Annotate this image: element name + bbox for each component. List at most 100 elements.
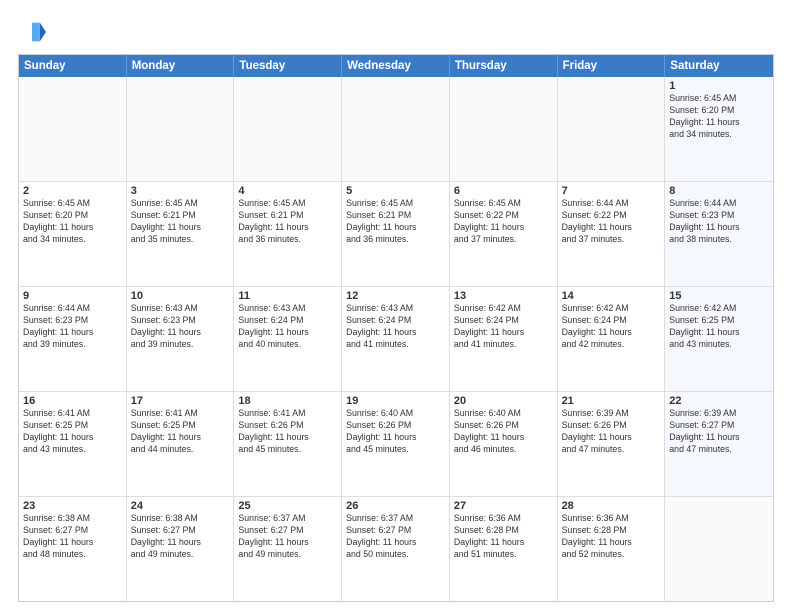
day-number: 15 <box>669 290 769 302</box>
calendar-cell <box>19 77 127 181</box>
day-number: 16 <box>23 395 122 407</box>
calendar-cell: 25Sunrise: 6:37 AM Sunset: 6:27 PM Dayli… <box>234 497 342 601</box>
calendar-header: SundayMondayTuesdayWednesdayThursdayFrid… <box>19 55 773 77</box>
weekday-header: Wednesday <box>342 55 450 77</box>
day-number: 24 <box>131 500 230 512</box>
calendar-cell: 19Sunrise: 6:40 AM Sunset: 6:26 PM Dayli… <box>342 392 450 496</box>
calendar-cell: 21Sunrise: 6:39 AM Sunset: 6:26 PM Dayli… <box>558 392 666 496</box>
calendar-cell: 18Sunrise: 6:41 AM Sunset: 6:26 PM Dayli… <box>234 392 342 496</box>
day-number: 25 <box>238 500 337 512</box>
day-number: 20 <box>454 395 553 407</box>
calendar-cell: 6Sunrise: 6:45 AM Sunset: 6:22 PM Daylig… <box>450 182 558 286</box>
calendar-body: 1Sunrise: 6:45 AM Sunset: 6:20 PM Daylig… <box>19 77 773 601</box>
day-info: Sunrise: 6:41 AM Sunset: 6:25 PM Dayligh… <box>131 408 230 456</box>
day-number: 21 <box>562 395 661 407</box>
day-info: Sunrise: 6:42 AM Sunset: 6:24 PM Dayligh… <box>562 303 661 351</box>
day-number: 12 <box>346 290 445 302</box>
calendar: SundayMondayTuesdayWednesdayThursdayFrid… <box>18 54 774 602</box>
day-info: Sunrise: 6:38 AM Sunset: 6:27 PM Dayligh… <box>131 513 230 561</box>
day-info: Sunrise: 6:42 AM Sunset: 6:24 PM Dayligh… <box>454 303 553 351</box>
calendar-cell <box>665 497 773 601</box>
day-info: Sunrise: 6:45 AM Sunset: 6:21 PM Dayligh… <box>238 198 337 246</box>
day-info: Sunrise: 6:40 AM Sunset: 6:26 PM Dayligh… <box>346 408 445 456</box>
weekday-header: Saturday <box>665 55 773 77</box>
day-number: 11 <box>238 290 337 302</box>
calendar-cell: 16Sunrise: 6:41 AM Sunset: 6:25 PM Dayli… <box>19 392 127 496</box>
weekday-header: Friday <box>558 55 666 77</box>
calendar-cell: 5Sunrise: 6:45 AM Sunset: 6:21 PM Daylig… <box>342 182 450 286</box>
header <box>18 18 774 46</box>
calendar-cell <box>450 77 558 181</box>
calendar-cell <box>342 77 450 181</box>
day-number: 22 <box>669 395 769 407</box>
day-number: 13 <box>454 290 553 302</box>
calendar-row: 23Sunrise: 6:38 AM Sunset: 6:27 PM Dayli… <box>19 497 773 601</box>
day-number: 10 <box>131 290 230 302</box>
day-number: 28 <box>562 500 661 512</box>
calendar-cell: 9Sunrise: 6:44 AM Sunset: 6:23 PM Daylig… <box>19 287 127 391</box>
day-number: 2 <box>23 185 122 197</box>
day-info: Sunrise: 6:43 AM Sunset: 6:23 PM Dayligh… <box>131 303 230 351</box>
day-number: 4 <box>238 185 337 197</box>
day-info: Sunrise: 6:45 AM Sunset: 6:20 PM Dayligh… <box>23 198 122 246</box>
weekday-header: Thursday <box>450 55 558 77</box>
calendar-cell: 28Sunrise: 6:36 AM Sunset: 6:28 PM Dayli… <box>558 497 666 601</box>
day-info: Sunrise: 6:41 AM Sunset: 6:26 PM Dayligh… <box>238 408 337 456</box>
calendar-cell: 26Sunrise: 6:37 AM Sunset: 6:27 PM Dayli… <box>342 497 450 601</box>
day-number: 9 <box>23 290 122 302</box>
day-info: Sunrise: 6:36 AM Sunset: 6:28 PM Dayligh… <box>454 513 553 561</box>
day-info: Sunrise: 6:37 AM Sunset: 6:27 PM Dayligh… <box>346 513 445 561</box>
day-number: 17 <box>131 395 230 407</box>
day-number: 7 <box>562 185 661 197</box>
weekday-header: Tuesday <box>234 55 342 77</box>
day-number: 19 <box>346 395 445 407</box>
calendar-cell: 1Sunrise: 6:45 AM Sunset: 6:20 PM Daylig… <box>665 77 773 181</box>
calendar-row: 1Sunrise: 6:45 AM Sunset: 6:20 PM Daylig… <box>19 77 773 182</box>
calendar-cell: 12Sunrise: 6:43 AM Sunset: 6:24 PM Dayli… <box>342 287 450 391</box>
day-info: Sunrise: 6:39 AM Sunset: 6:26 PM Dayligh… <box>562 408 661 456</box>
day-info: Sunrise: 6:45 AM Sunset: 6:21 PM Dayligh… <box>346 198 445 246</box>
day-number: 6 <box>454 185 553 197</box>
weekday-header: Monday <box>127 55 235 77</box>
day-number: 27 <box>454 500 553 512</box>
day-info: Sunrise: 6:37 AM Sunset: 6:27 PM Dayligh… <box>238 513 337 561</box>
calendar-row: 16Sunrise: 6:41 AM Sunset: 6:25 PM Dayli… <box>19 392 773 497</box>
day-number: 3 <box>131 185 230 197</box>
calendar-cell: 10Sunrise: 6:43 AM Sunset: 6:23 PM Dayli… <box>127 287 235 391</box>
day-number: 5 <box>346 185 445 197</box>
day-info: Sunrise: 6:41 AM Sunset: 6:25 PM Dayligh… <box>23 408 122 456</box>
calendar-cell: 17Sunrise: 6:41 AM Sunset: 6:25 PM Dayli… <box>127 392 235 496</box>
calendar-cell: 11Sunrise: 6:43 AM Sunset: 6:24 PM Dayli… <box>234 287 342 391</box>
page: SundayMondayTuesdayWednesdayThursdayFrid… <box>0 0 792 612</box>
calendar-cell <box>127 77 235 181</box>
calendar-cell <box>558 77 666 181</box>
day-info: Sunrise: 6:45 AM Sunset: 6:20 PM Dayligh… <box>669 93 769 141</box>
calendar-cell: 23Sunrise: 6:38 AM Sunset: 6:27 PM Dayli… <box>19 497 127 601</box>
calendar-cell: 2Sunrise: 6:45 AM Sunset: 6:20 PM Daylig… <box>19 182 127 286</box>
day-info: Sunrise: 6:38 AM Sunset: 6:27 PM Dayligh… <box>23 513 122 561</box>
day-info: Sunrise: 6:45 AM Sunset: 6:21 PM Dayligh… <box>131 198 230 246</box>
calendar-cell: 13Sunrise: 6:42 AM Sunset: 6:24 PM Dayli… <box>450 287 558 391</box>
day-info: Sunrise: 6:39 AM Sunset: 6:27 PM Dayligh… <box>669 408 769 456</box>
calendar-cell <box>234 77 342 181</box>
calendar-cell: 4Sunrise: 6:45 AM Sunset: 6:21 PM Daylig… <box>234 182 342 286</box>
day-info: Sunrise: 6:44 AM Sunset: 6:23 PM Dayligh… <box>669 198 769 246</box>
day-number: 14 <box>562 290 661 302</box>
calendar-cell: 7Sunrise: 6:44 AM Sunset: 6:22 PM Daylig… <box>558 182 666 286</box>
day-number: 1 <box>669 80 769 92</box>
calendar-cell: 15Sunrise: 6:42 AM Sunset: 6:25 PM Dayli… <box>665 287 773 391</box>
calendar-cell: 20Sunrise: 6:40 AM Sunset: 6:26 PM Dayli… <box>450 392 558 496</box>
day-info: Sunrise: 6:42 AM Sunset: 6:25 PM Dayligh… <box>669 303 769 351</box>
day-info: Sunrise: 6:36 AM Sunset: 6:28 PM Dayligh… <box>562 513 661 561</box>
day-number: 23 <box>23 500 122 512</box>
calendar-cell: 8Sunrise: 6:44 AM Sunset: 6:23 PM Daylig… <box>665 182 773 286</box>
day-number: 26 <box>346 500 445 512</box>
calendar-cell: 14Sunrise: 6:42 AM Sunset: 6:24 PM Dayli… <box>558 287 666 391</box>
weekday-header: Sunday <box>19 55 127 77</box>
calendar-row: 2Sunrise: 6:45 AM Sunset: 6:20 PM Daylig… <box>19 182 773 287</box>
calendar-cell: 22Sunrise: 6:39 AM Sunset: 6:27 PM Dayli… <box>665 392 773 496</box>
day-info: Sunrise: 6:43 AM Sunset: 6:24 PM Dayligh… <box>238 303 337 351</box>
day-number: 8 <box>669 185 769 197</box>
day-info: Sunrise: 6:45 AM Sunset: 6:22 PM Dayligh… <box>454 198 553 246</box>
logo-icon <box>18 18 46 46</box>
